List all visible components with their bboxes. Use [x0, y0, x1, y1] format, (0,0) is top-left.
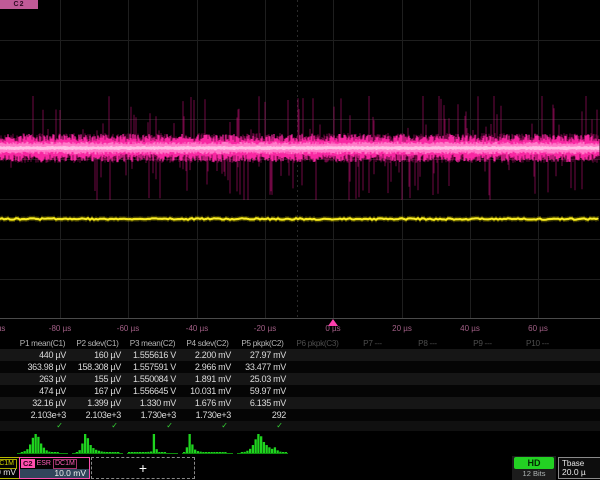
time-axis-label: 40 µs [460, 324, 480, 333]
measure-value-cell: 33.477 mV [235, 362, 290, 372]
oscilloscope-screen: C2 -100 µs -80 µs -60 µs -40 µs -20 µs 0 µs 20… [0, 0, 600, 480]
time-axis-label: -100 µs [0, 324, 5, 333]
measure-value-cell: 1.891 mV [180, 374, 235, 384]
measurement-table: P1 mean(C1)P2 sdev(C1)P3 mean(C2)P4 sdev… [0, 337, 600, 431]
hd-mode-panel[interactable]: HD 12 Bits [512, 456, 556, 480]
measure-status-check: ✓ [235, 421, 290, 431]
measure-value-cell: 1.730e+3 [180, 410, 235, 420]
table-row: 2.103e+32.103e+31.730e+31.730e+3292 [0, 409, 600, 421]
measure-value-cell: 1.556645 V [125, 386, 180, 396]
add-trace-button[interactable]: + [91, 457, 195, 479]
measure-status-check: ✓ [15, 421, 70, 431]
measure-value-cell: 292 [235, 410, 290, 420]
c2-mode-label: ESR [37, 459, 51, 468]
measure-header-cell[interactable]: P5 pkpk(C2) [235, 339, 290, 348]
timebase-value: 20.0 µ [562, 467, 586, 477]
c2-scale-label: 10.0 mV [54, 469, 86, 478]
channel-c1-descriptor[interactable]: DC1M 0 mV [0, 457, 20, 479]
measure-header-cell[interactable]: P7 --- [345, 339, 400, 348]
measure-value-cell: 2.966 mV [180, 362, 235, 372]
time-axis-label: -60 µs [117, 324, 139, 333]
c2-channel-label: C2 [21, 459, 35, 468]
table-row: 440 µV160 µV1.555616 V2.200 mV27.97 mV [0, 349, 600, 361]
c2-coupling-label: DC1M [53, 459, 77, 469]
measure-header-cell[interactable]: P9 --- [455, 339, 510, 348]
measure-value-cell: 2.103e+3 [70, 410, 125, 420]
table-row: 474 µV167 µV1.556645 V10.031 mV59.97 mV [0, 385, 600, 397]
measure-value-cell: 25.03 mV [235, 374, 290, 384]
measure-header-cell[interactable]: P6 pkpk(C3) [290, 339, 345, 348]
hd-badge: HD [514, 457, 554, 469]
measure-value-cell: 155 µV [70, 374, 125, 384]
histicon-histogram[interactable] [235, 431, 290, 456]
measure-value-cell: 1.399 µV [70, 398, 125, 408]
timebase-descriptor[interactable]: Tbase 20.0 µ [558, 457, 600, 479]
trace-badge: C2 [0, 0, 38, 9]
measure-value-cell: 474 µV [15, 386, 70, 396]
measure-status-check: ✓ [70, 421, 125, 431]
table-row: ✓✓✓✓✓ [0, 421, 600, 431]
measure-header-cell[interactable]: P3 mean(C2) [125, 339, 180, 348]
measure-value-cell: 10.031 mV [180, 386, 235, 396]
measure-value-cell: 1.555616 V [125, 350, 180, 360]
time-axis-label: -20 µs [254, 324, 276, 333]
time-axis-label: -80 µs [49, 324, 71, 333]
measure-value-cell: 440 µV [15, 350, 70, 360]
measure-value-cell: 1.557591 V [125, 362, 180, 372]
measure-value-cell: 59.97 mV [235, 386, 290, 396]
measure-value-cell: 32.16 µV [15, 398, 70, 408]
histicon-histogram[interactable] [15, 431, 70, 456]
channel-c2-descriptor[interactable]: C2 ESR DC1M 10.0 mV [19, 457, 90, 479]
measure-value-cell: 27.97 mV [235, 350, 290, 360]
channel-bar: DC1M 0 mV C2 ESR DC1M 10.0 mV + HD 12 Bi… [0, 456, 600, 480]
waveform-plot [0, 0, 600, 318]
measure-status-check: ✓ [125, 421, 180, 431]
histicon-histogram[interactable] [70, 431, 125, 456]
histicon-histogram[interactable] [180, 431, 235, 456]
histicon-histogram[interactable] [125, 431, 180, 456]
measure-header-cell[interactable]: P2 sdev(C1) [70, 339, 125, 348]
hd-bits-label: 12 Bits [512, 469, 556, 479]
measure-value-cell: 2.103e+3 [15, 410, 70, 420]
c1-scale-label: 0 mV [0, 467, 16, 477]
measure-value-cell: 6.135 mV [235, 398, 290, 408]
measure-value-cell: 1.550084 V [125, 374, 180, 384]
measure-value-cell: 167 µV [70, 386, 125, 396]
c2-descriptor-bottom-row: 10.0 mV [20, 469, 89, 478]
measure-value-cell: 1.330 mV [125, 398, 180, 408]
histicons-row [0, 431, 600, 456]
measure-value-cell: 1.730e+3 [125, 410, 180, 420]
measure-header-cell[interactable]: P1 mean(C1) [15, 339, 70, 348]
table-row: 363.98 µV158.308 µV1.557591 V2.966 mV33.… [0, 361, 600, 373]
measure-value-cell: 158.308 µV [70, 362, 125, 372]
time-axis-label: 60 µs [528, 324, 548, 333]
waveform-graticule[interactable]: C2 [0, 0, 600, 319]
measure-header-cell[interactable]: P4 sdev(C2) [180, 339, 235, 348]
measure-value-cell: 160 µV [70, 350, 125, 360]
table-row: 32.16 µV1.399 µV1.330 mV1.676 mV6.135 mV [0, 397, 600, 409]
measure-value-cell: 363.98 µV [15, 362, 70, 372]
time-axis-label: 20 µs [392, 324, 412, 333]
table-row: 263 µV155 µV1.550084 V1.891 mV25.03 mV [0, 373, 600, 385]
table-row: P1 mean(C1)P2 sdev(C1)P3 mean(C2)P4 sdev… [0, 337, 600, 349]
measure-value-cell: 1.676 mV [180, 398, 235, 408]
measure-header-cell[interactable]: P8 --- [400, 339, 455, 348]
time-axis-label: 0 µs [325, 324, 340, 333]
measure-value-cell: 2.200 mV [180, 350, 235, 360]
time-axis-label: -40 µs [186, 324, 208, 333]
time-axis[interactable]: -100 µs -80 µs -60 µs -40 µs -20 µs 0 µs 20 µs… [0, 319, 600, 337]
plus-icon: + [92, 459, 194, 477]
measure-status-check: ✓ [180, 421, 235, 431]
measure-value-cell: 263 µV [15, 374, 70, 384]
measure-header-cell[interactable]: P10 --- [510, 339, 565, 348]
